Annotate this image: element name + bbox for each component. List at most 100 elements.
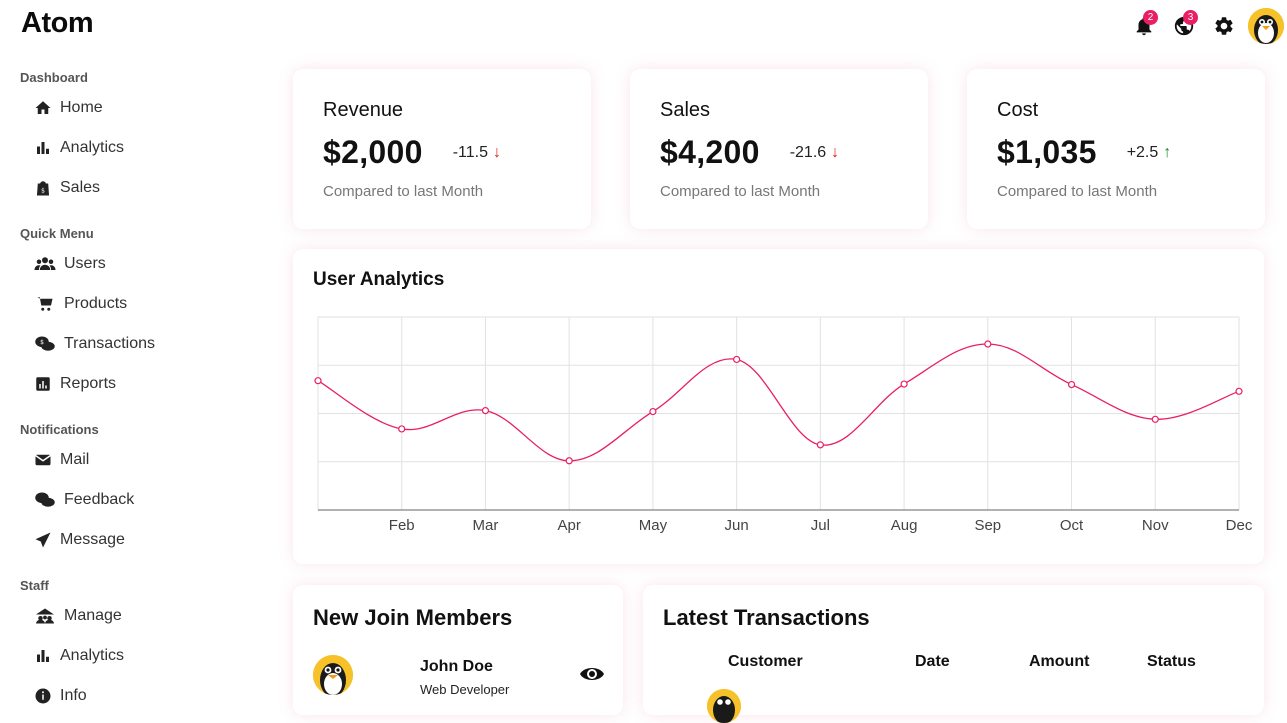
sidebar-item-message[interactable]: Message: [0, 520, 270, 560]
chart-data-point[interactable]: [900, 380, 908, 388]
cart-icon: [37, 297, 53, 311]
chart-data-point[interactable]: [398, 425, 406, 433]
arrow-down-icon: ↓: [492, 143, 501, 161]
latest-transactions-card: Latest Transactions Customer Date Amount…: [643, 585, 1264, 723]
sidebar-item-transactions[interactable]: $ Transactions: [0, 324, 270, 364]
comments-icon: [35, 492, 55, 507]
language-badge: 3: [1183, 10, 1198, 25]
sidebar-item-label: Feedback: [64, 491, 135, 508]
sidebar-item-label: Analytics: [60, 139, 125, 156]
featured-money: $4,200: [660, 134, 760, 170]
sidebar-item-label: Users: [64, 255, 106, 272]
chart-data-point[interactable]: [1067, 380, 1076, 389]
transactions-title: Latest Transactions: [663, 605, 870, 630]
featured-rate: -21.6 ↓: [790, 144, 839, 162]
penguin-avatar-icon: [707, 689, 741, 723]
report-chart-icon: [36, 377, 50, 391]
svg-text:$: $: [40, 339, 44, 346]
featured-rate: +2.5 ↑: [1127, 144, 1172, 162]
sidebar-item-label: Transactions: [64, 335, 155, 352]
chart-tick-label: Apr: [558, 517, 581, 534]
customer-avatar: [707, 689, 741, 723]
sidebar: Dashboard Home Analytics $ Sales Quick M…: [0, 52, 270, 704]
featured-rate: -11.5 ↓: [453, 144, 501, 162]
chart-tick-label: Oct: [1060, 517, 1084, 534]
sidebar-item-analytics[interactable]: Analytics: [0, 128, 270, 168]
chart-data-point[interactable]: [984, 340, 992, 348]
members-title: New Join Members: [313, 605, 513, 630]
sidebar-item-label: Home: [60, 99, 103, 116]
chart-data-point[interactable]: [565, 457, 573, 465]
featured-title: Sales: [660, 99, 711, 121]
column-header-status: Status: [1147, 653, 1196, 670]
chart-tick-label: Nov: [1142, 517, 1169, 534]
featured-money: $1,035: [997, 134, 1097, 170]
sidebar-item-manage[interactable]: Manage: [0, 596, 270, 636]
app-logo[interactable]: Atom: [21, 7, 94, 40]
view-member-button[interactable]: [579, 663, 605, 685]
notifications-badge: 2: [1143, 10, 1158, 25]
sidebar-section-staff: Staff: [20, 578, 49, 593]
sidebar-item-staff-analytics[interactable]: Analytics: [0, 636, 270, 676]
featured-title: Revenue: [323, 99, 404, 121]
arrow-up-icon: ↑: [1163, 143, 1172, 161]
sidebar-item-sales[interactable]: $ Sales: [0, 168, 270, 208]
featured-card-cost: Cost $1,035 +2.5 ↑ Compared to last Mont…: [967, 69, 1265, 229]
language-button[interactable]: 3: [1164, 10, 1204, 42]
member-name: John Doe: [420, 658, 493, 675]
settings-button[interactable]: [1204, 10, 1244, 42]
chart-series-line: [317, 343, 1240, 462]
sidebar-item-reports[interactable]: Reports: [0, 364, 270, 404]
chart-tick-label: May: [639, 517, 668, 534]
chart-data-point[interactable]: [733, 355, 741, 364]
gear-icon: [1215, 17, 1233, 35]
svg-text:$: $: [41, 188, 45, 195]
sidebar-item-label: Reports: [60, 375, 117, 392]
chart-data-point[interactable]: [314, 377, 322, 385]
chart-data-point[interactable]: [1151, 415, 1159, 423]
column-header-customer: Customer: [728, 653, 803, 670]
featured-money: $2,000: [323, 134, 423, 170]
chart-data-point[interactable]: [649, 407, 657, 416]
bar-chart-icon: [37, 650, 49, 662]
money-comments-icon: $: [35, 336, 55, 351]
mail-icon: [35, 454, 51, 466]
paper-plane-icon: [35, 532, 51, 548]
sidebar-item-label: Analytics: [60, 647, 125, 664]
sidebar-item-label: Sales: [60, 179, 101, 196]
sidebar-item-label: Message: [60, 531, 125, 548]
eye-icon: [580, 668, 604, 680]
chart-tick-label: Mar: [473, 517, 499, 534]
featured-card-revenue: Revenue $2,000 -11.5 ↓ Compared to last …: [293, 69, 591, 229]
chart-tick-label: Dec: [1226, 517, 1253, 534]
featured-rate-value: +2.5: [1126, 143, 1159, 161]
chart-data-point[interactable]: [816, 441, 824, 449]
featured-card-sales: Sales $4,200 -21.6 ↓ Compared to last Mo…: [630, 69, 928, 229]
chart-data-point[interactable]: [481, 407, 490, 415]
penguin-avatar-icon: [313, 655, 353, 695]
chart-tick-label: Sep: [974, 517, 1001, 534]
chart-data-point[interactable]: [1235, 387, 1243, 395]
notifications-button[interactable]: 2: [1124, 10, 1164, 42]
topbar: Atom 2 3: [0, 0, 1287, 52]
penguin-avatar-icon: [1248, 8, 1284, 44]
arrow-down-icon: ↓: [831, 143, 840, 161]
sidebar-item-users[interactable]: Users: [0, 244, 270, 284]
user-avatar[interactable]: [1248, 8, 1284, 44]
manage-people-icon: [36, 608, 54, 624]
sidebar-item-products[interactable]: Products: [0, 284, 270, 324]
column-header-amount: Amount: [1029, 653, 1090, 670]
sidebar-section-dashboard: Dashboard: [20, 70, 88, 85]
info-icon: [35, 688, 51, 704]
sidebar-item-home[interactable]: Home: [0, 88, 270, 128]
featured-rate-value: -21.6: [789, 143, 827, 161]
sidebar-item-feedback[interactable]: Feedback: [0, 480, 270, 520]
member-avatar: [313, 655, 353, 695]
sidebar-item-info[interactable]: Info: [0, 676, 270, 716]
featured-subtitle: Compared to last Month: [660, 183, 821, 200]
sidebar-item-label: Info: [60, 687, 87, 704]
user-analytics-chart: Feb Mar Apr May Jun Jul Aug Sep Oct Nov Dec: [314, 316, 1253, 534]
chart-tick-label: Jul: [811, 517, 830, 534]
featured-title: Cost: [997, 99, 1039, 121]
sidebar-item-mail[interactable]: Mail: [0, 440, 270, 480]
